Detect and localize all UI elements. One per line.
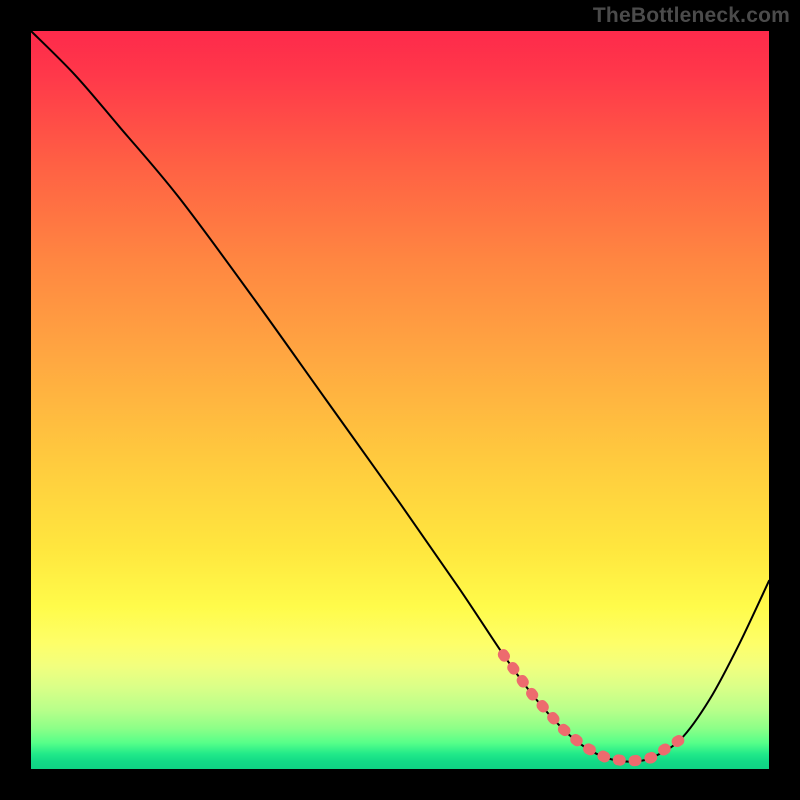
optimal-zone-markers	[503, 655, 680, 762]
bottleneck-curve	[31, 31, 769, 762]
plot-area	[31, 31, 769, 769]
chart-frame: TheBottleneck.com	[0, 0, 800, 800]
chart-svg	[31, 31, 769, 769]
watermark-label: TheBottleneck.com	[593, 4, 790, 28]
